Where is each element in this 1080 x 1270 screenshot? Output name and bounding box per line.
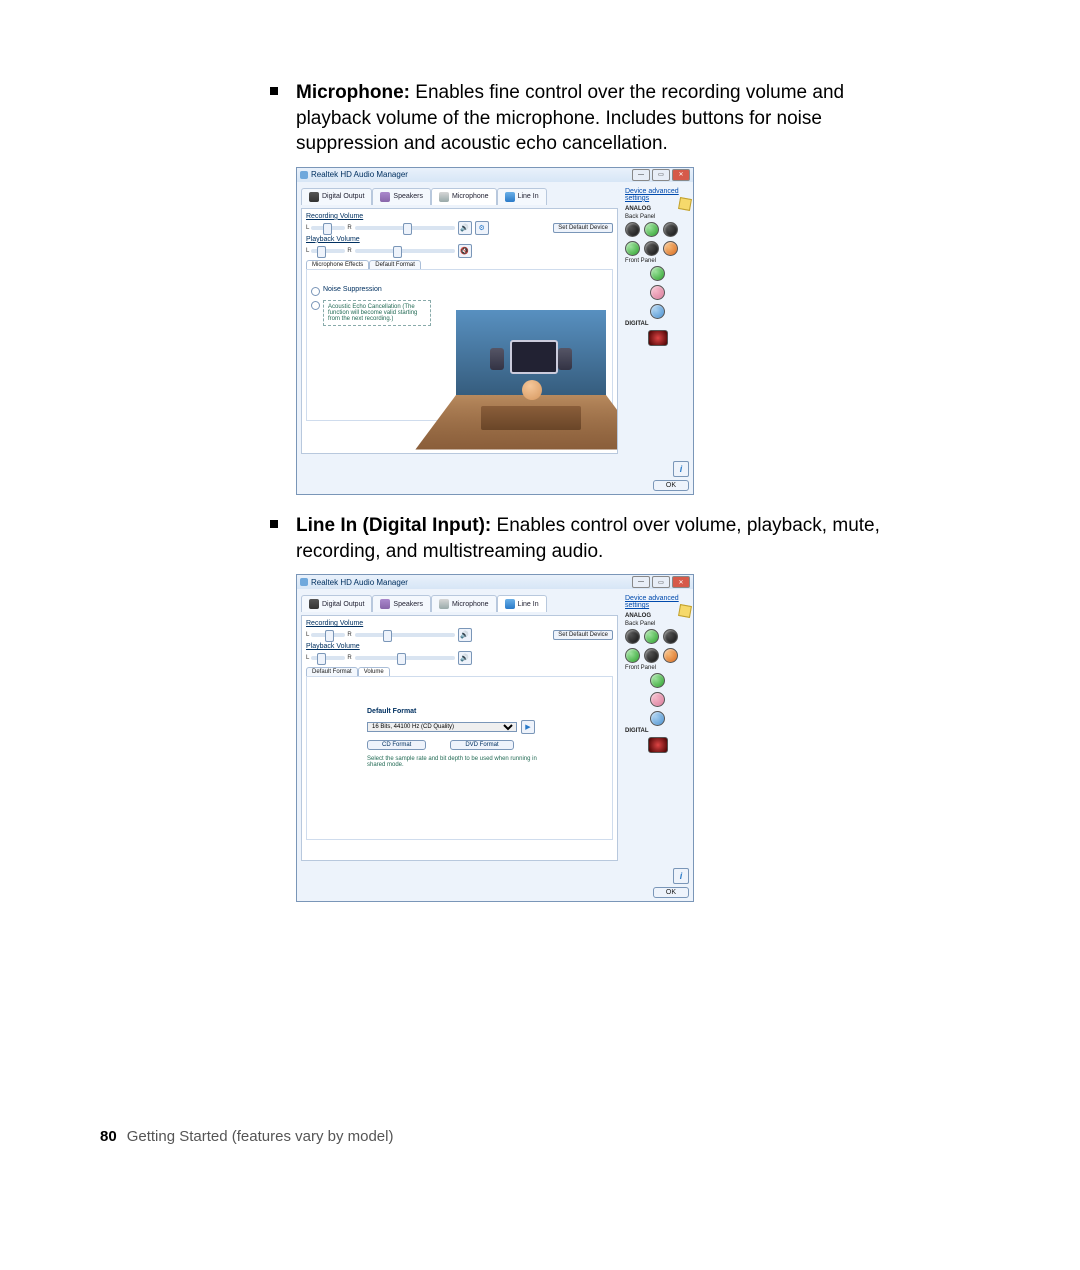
balance-slider-pb[interactable]: LR <box>306 248 352 254</box>
digital-port[interactable] <box>648 737 668 753</box>
tab-speakers[interactable]: Speakers <box>372 595 431 612</box>
mute-pb-button[interactable]: 🔊 <box>458 651 472 665</box>
playback-volume-slider[interactable] <box>355 249 455 253</box>
screenshot-microphone: Realtek HD Audio Manager — ▭ ✕ Digital O… <box>296 167 694 495</box>
port-green[interactable] <box>644 629 659 644</box>
bullet-icon <box>270 520 278 528</box>
cd-format-button[interactable]: CD Format <box>367 740 426 750</box>
boost-button[interactable]: ⚙ <box>475 221 489 235</box>
port-green[interactable] <box>644 222 659 237</box>
tab-line-in[interactable]: Line In <box>497 595 547 612</box>
port-front-green[interactable] <box>650 266 665 281</box>
recording-volume-slider[interactable] <box>355 226 455 230</box>
port-front-pink[interactable] <box>650 692 665 707</box>
bullet-linein-title: Line In (Digital Input): <box>296 515 491 536</box>
page-number: 80 <box>100 1128 117 1145</box>
recording-volume-slider[interactable] <box>355 633 455 637</box>
microphone-icon <box>439 599 449 609</box>
page-footer: 80 Getting Started (features vary by mode… <box>100 1128 393 1145</box>
room-illustration <box>456 310 606 450</box>
minimize-button[interactable]: — <box>632 169 650 181</box>
tab-line-in[interactable]: Line In <box>497 188 547 205</box>
format-hint: Select the sample rate and bit depth to … <box>367 756 552 768</box>
digital-label: DIGITAL <box>625 728 690 734</box>
ok-button[interactable]: OK <box>653 480 689 491</box>
titlebar-2: Realtek HD Audio Manager — ▭ ✕ <box>297 575 693 589</box>
mute-button[interactable]: 🔊 <box>458 628 472 642</box>
noise-suppression-checkbox[interactable]: Noise Suppression <box>311 286 608 296</box>
recording-volume-label: Recording Volume <box>306 620 613 627</box>
mute-button[interactable]: 🔊 <box>458 221 472 235</box>
speakers-icon <box>380 192 390 202</box>
dvd-format-button[interactable]: DVD Format <box>450 740 513 750</box>
window-title-2: Realtek HD Audio Manager <box>311 578 630 587</box>
port-front-blue[interactable] <box>650 304 665 319</box>
window-title: Realtek HD Audio Manager <box>311 170 630 179</box>
port-front-pink[interactable] <box>650 285 665 300</box>
default-format-heading: Default Format <box>367 708 552 715</box>
port-orange[interactable] <box>663 648 678 663</box>
titlebar: Realtek HD Audio Manager — ▭ ✕ <box>297 168 693 182</box>
playback-volume-label: Playback Volume <box>306 643 613 650</box>
bullet-icon <box>270 87 278 95</box>
port-front-blue[interactable] <box>650 711 665 726</box>
mute-pb-button[interactable]: 🔇 <box>458 244 472 258</box>
port-black-3[interactable] <box>644 241 659 256</box>
screenshot-line-in: Realtek HD Audio Manager — ▭ ✕ Digital O… <box>296 574 694 902</box>
bullet-mic-title: Microphone: <box>296 82 410 103</box>
maximize-button[interactable]: ▭ <box>652 169 670 181</box>
page-footer-text: Getting Started (features vary by model) <box>127 1128 394 1145</box>
port-black-2[interactable] <box>663 629 678 644</box>
balance-slider[interactable]: LR <box>306 225 352 231</box>
port-black-2[interactable] <box>663 222 678 237</box>
digital-label: DIGITAL <box>625 321 690 327</box>
bullet-microphone: Microphone: Enables fine control over th… <box>270 80 920 157</box>
tab-speakers[interactable]: Speakers <box>372 188 431 205</box>
port-green-2[interactable] <box>625 648 640 663</box>
recording-volume-label: Recording Volume <box>306 213 613 220</box>
play-sample-button[interactable]: ▶ <box>521 720 535 734</box>
digital-port[interactable] <box>648 330 668 346</box>
front-panel-label: Front Panel <box>625 665 690 671</box>
balance-slider[interactable]: LR <box>306 632 352 638</box>
ok-button[interactable]: OK <box>653 887 689 898</box>
digital-output-icon <box>309 192 319 202</box>
port-green-2[interactable] <box>625 241 640 256</box>
close-button[interactable]: ✕ <box>672 169 690 181</box>
line-in-icon <box>505 599 515 609</box>
port-black[interactable] <box>625 629 640 644</box>
format-select[interactable]: 16 Bits, 44100 Hz (CD Quality) <box>367 722 517 732</box>
balance-slider-pb[interactable]: LR <box>306 655 352 661</box>
minimize-button[interactable]: — <box>632 576 650 588</box>
line-in-icon <box>505 192 515 202</box>
front-panel-label: Front Panel <box>625 258 690 264</box>
pin-icon <box>678 604 692 618</box>
back-panel-label: Back Panel <box>625 621 690 627</box>
pin-icon <box>678 197 692 211</box>
speakers-icon <box>380 599 390 609</box>
tab-microphone[interactable]: Microphone <box>431 188 497 205</box>
app-icon <box>300 578 308 586</box>
app-icon <box>300 171 308 179</box>
close-button[interactable]: ✕ <box>672 576 690 588</box>
playback-volume-slider[interactable] <box>355 656 455 660</box>
set-default-button[interactable]: Set Default Device <box>553 630 613 640</box>
maximize-button[interactable]: ▭ <box>652 576 670 588</box>
port-black-3[interactable] <box>644 648 659 663</box>
microphone-icon <box>439 192 449 202</box>
port-front-green[interactable] <box>650 673 665 688</box>
playback-volume-label: Playback Volume <box>306 236 613 243</box>
bullet-line-in: Line In (Digital Input): Enables control… <box>270 513 920 564</box>
tab-digital-output[interactable]: Digital Output <box>301 188 372 205</box>
info-button[interactable]: i <box>673 868 689 884</box>
port-orange[interactable] <box>663 241 678 256</box>
port-black[interactable] <box>625 222 640 237</box>
tab-microphone[interactable]: Microphone <box>431 595 497 612</box>
set-default-button[interactable]: Set Default Device <box>553 223 613 233</box>
digital-output-icon <box>309 599 319 609</box>
tab-digital-output[interactable]: Digital Output <box>301 595 372 612</box>
back-panel-label: Back Panel <box>625 214 690 220</box>
info-button[interactable]: i <box>673 461 689 477</box>
